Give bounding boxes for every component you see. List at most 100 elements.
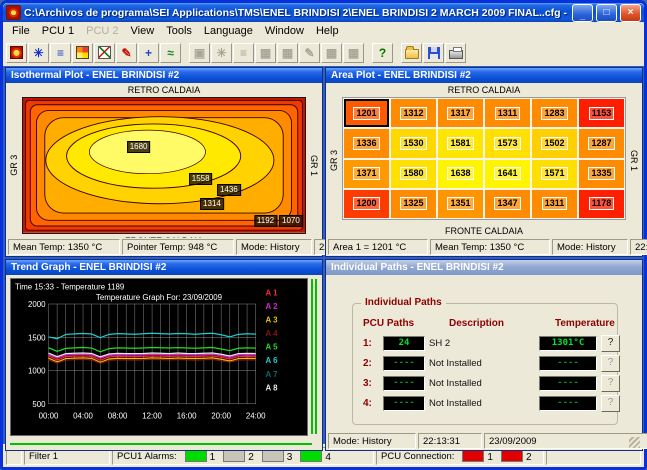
close-glyph: ×: [628, 7, 634, 18]
area-cell[interactable]: 1351: [438, 190, 483, 218]
path-temperature-display: ----: [539, 356, 597, 371]
menu-view[interactable]: View: [126, 25, 160, 37]
pcu2-isothermal-button[interactable]: ▣: [189, 43, 210, 63]
area-cell[interactable]: 1325: [391, 190, 436, 218]
window-title: C:\Archivos de programa\SEI Applications…: [24, 7, 569, 19]
area-cell[interactable]: 1580: [391, 160, 436, 188]
save-icon: [428, 47, 440, 59]
pcu2-area-button[interactable]: ▦: [255, 43, 276, 63]
area-cell[interactable]: 1336: [344, 129, 389, 157]
svg-text:20:00: 20:00: [211, 411, 231, 420]
isothermal-plot[interactable]: 168015581436131411921070: [22, 97, 306, 234]
area-cell[interactable]: 1530: [391, 129, 436, 157]
area-cell[interactable]: 1573: [485, 129, 530, 157]
maximize-button[interactable]: □: [596, 4, 617, 22]
area-cell[interactable]: 1371: [344, 160, 389, 188]
area-cell[interactable]: 1178: [579, 190, 624, 218]
col-pcu-paths: PCU Paths: [363, 318, 449, 329]
path-row: 2:----Not Installed----?: [353, 353, 617, 373]
snowflake-button[interactable]: ✳: [28, 43, 49, 63]
area-cell-value: 1325: [400, 197, 426, 210]
path-help-button[interactable]: ?: [601, 355, 620, 372]
menu-file[interactable]: File: [7, 25, 35, 37]
pcu2-trend-button[interactable]: ▦: [277, 43, 298, 63]
area-cell-value: 1335: [588, 167, 614, 180]
edit-button[interactable]: ✎: [116, 43, 137, 63]
menu-pcu-2[interactable]: PCU 2: [81, 25, 123, 37]
path-index: 4:: [363, 398, 379, 409]
pcu2-graph-button[interactable]: ▦: [343, 43, 364, 63]
path-help-button[interactable]: ?: [601, 375, 620, 392]
trend-graph-button[interactable]: [94, 43, 115, 63]
svg-text:A 8: A 8: [266, 383, 278, 392]
trend-plot[interactable]: 20001500100050000:0004:0008:0012:0016:00…: [10, 278, 308, 436]
menu-tools[interactable]: Tools: [161, 25, 197, 37]
pcu2-area-icon: ▦: [260, 47, 271, 59]
area-cell-value: 1317: [447, 107, 473, 120]
area-cell[interactable]: 1283: [532, 99, 577, 127]
close-button[interactable]: ×: [620, 4, 641, 22]
menu-pcu-1[interactable]: PCU 1: [37, 25, 79, 37]
area-cell[interactable]: 1311: [485, 99, 530, 127]
path-help-button[interactable]: ?: [601, 395, 620, 412]
area-cell[interactable]: 1153: [579, 99, 624, 127]
area-cell[interactable]: 1581: [438, 129, 483, 157]
connection-indicators: 12: [454, 449, 531, 463]
svg-text:Time 15:33 - Temperature 1189: Time 15:33 - Temperature 1189: [15, 282, 125, 291]
pcu2-pointer-button[interactable]: ▦: [321, 43, 342, 63]
status-field: 23/09/2009: [484, 433, 647, 449]
alarm-indicator-number: 3: [287, 452, 293, 463]
area-cell[interactable]: 1335: [579, 160, 624, 188]
area-cell-value: 1581: [447, 137, 473, 150]
area-cell[interactable]: 1201: [344, 99, 389, 127]
path-number-display: ----: [383, 356, 425, 371]
pointer-button[interactable]: +: [138, 43, 159, 63]
snowflake-icon: ✳: [33, 47, 43, 59]
path-temperature-display: ----: [539, 376, 597, 391]
paths-title-bar[interactable]: Individual Paths - ENEL BRINDISI #2: [326, 260, 642, 275]
area-title-bar[interactable]: Area Plot - ENEL BRINDISI #2: [326, 68, 642, 83]
area-cell[interactable]: 1502: [532, 129, 577, 157]
area-cell[interactable]: 1317: [438, 99, 483, 127]
area-plot-button[interactable]: [72, 43, 93, 63]
area-cell[interactable]: 1638: [438, 160, 483, 188]
pcu2-trend-icon: ▦: [282, 47, 293, 59]
path-row: 4:----Not Installed----?: [353, 393, 617, 413]
path-row: 1:24SH 21301°C?: [353, 333, 617, 353]
help-button[interactable]: ?: [372, 43, 393, 63]
alarm-indicators: 1234: [177, 449, 331, 463]
area-cell[interactable]: 1311: [532, 190, 577, 218]
menu-window[interactable]: Window: [260, 25, 309, 37]
minimize-button[interactable]: _: [572, 4, 593, 22]
save-button[interactable]: [423, 43, 444, 63]
open-button[interactable]: [401, 43, 422, 63]
area-cell[interactable]: 1200: [344, 190, 389, 218]
area-top-label: RETRO CALDAIA: [340, 84, 628, 96]
isothermal-plot-button[interactable]: [6, 43, 27, 63]
trend-chart-svg: 20001500100050000:0004:0008:0012:0016:00…: [11, 279, 307, 435]
isothermal-title-bar[interactable]: Isothermal Plot - ENEL BRINDISI #2: [6, 68, 322, 83]
area-cell-value: 1580: [400, 167, 426, 180]
area-cell[interactable]: 1312: [391, 99, 436, 127]
pcu2-snowflake-button[interactable]: ✳: [211, 43, 232, 63]
menu-help[interactable]: Help: [311, 25, 344, 37]
print-button[interactable]: [445, 43, 466, 63]
pcu2-edit-button[interactable]: ✎: [299, 43, 320, 63]
area-cell[interactable]: 1347: [485, 190, 530, 218]
menu-language[interactable]: Language: [199, 25, 258, 37]
area-cell[interactable]: 1571: [532, 160, 577, 188]
area-status-bar: Area 1 = 1201 °CMean Temp: 1350 °CMode: …: [326, 238, 642, 256]
pointer-icon: +: [145, 47, 152, 59]
resize-grip[interactable]: [629, 437, 640, 448]
trend-title-bar[interactable]: Trend Graph - ENEL BRINDISI #2: [6, 260, 322, 275]
individual-paths-window: Individual Paths - ENEL BRINDISI #2 Indi…: [325, 259, 643, 451]
area-cell[interactable]: 1287: [579, 129, 624, 157]
pcu2-lines-button[interactable]: ≡: [233, 43, 254, 63]
lines-button[interactable]: ≡: [50, 43, 71, 63]
graph-button[interactable]: ≈: [160, 43, 181, 63]
area-cell[interactable]: 1641: [485, 160, 530, 188]
path-help-button[interactable]: ?: [601, 335, 620, 352]
title-bar[interactable]: C:\Archivos de programa\SEI Applications…: [3, 3, 644, 22]
path-description: Not Installed: [429, 378, 535, 389]
alarm-indicator-number: 1: [210, 452, 216, 463]
